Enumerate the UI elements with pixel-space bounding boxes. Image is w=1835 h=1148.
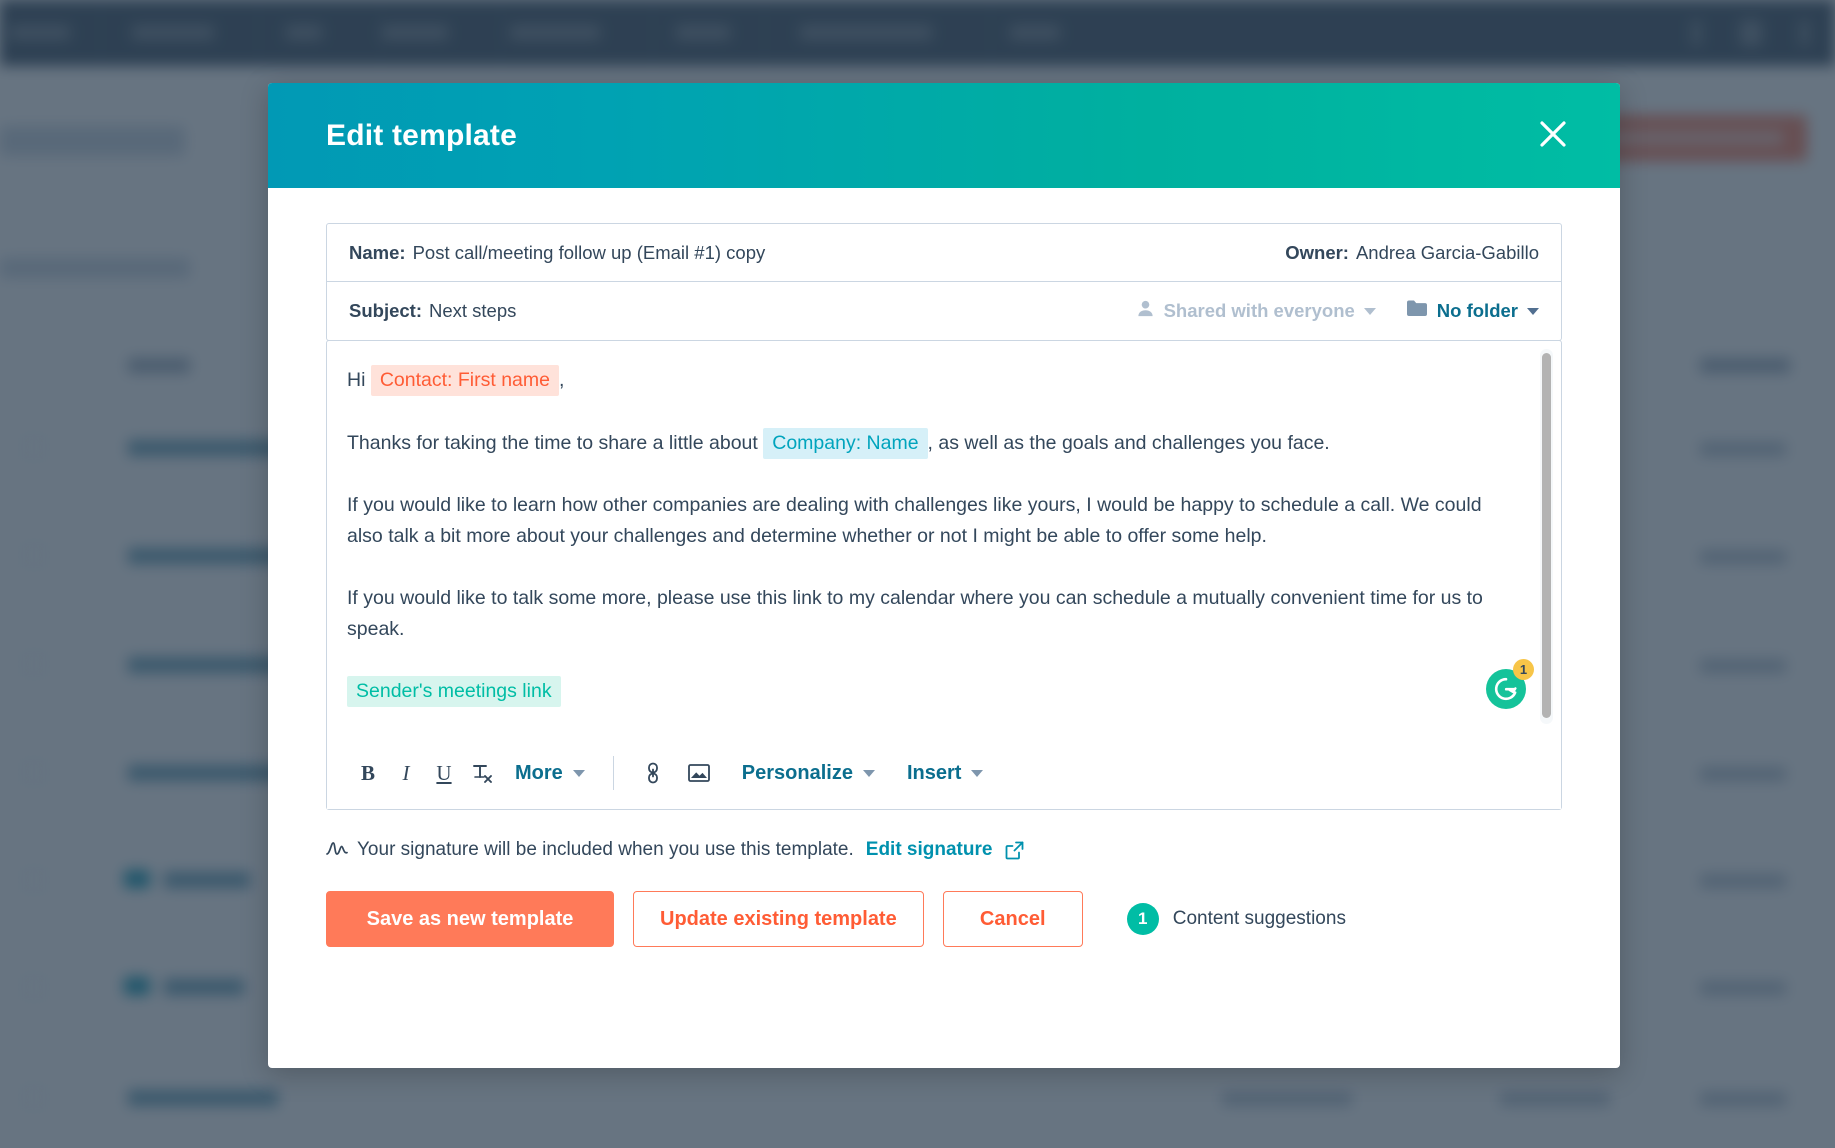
more-dropdown[interactable]: More bbox=[515, 762, 585, 785]
scrollbar-thumb[interactable] bbox=[1542, 353, 1551, 718]
page-title: Edit template bbox=[326, 119, 517, 152]
email-editor: Hi Contact: First name, Thanks for takin… bbox=[326, 340, 1562, 810]
chevron-down-icon bbox=[572, 769, 585, 777]
name-value[interactable]: Post call/meeting follow up (Email #1) c… bbox=[413, 242, 766, 264]
template-fields-card: Name: Post call/meeting follow up (Email… bbox=[326, 223, 1562, 341]
insert-label: Insert bbox=[906, 761, 962, 784]
subject-value[interactable]: Next steps bbox=[429, 300, 516, 322]
sharing-dropdown[interactable]: Shared with everyone bbox=[1136, 299, 1376, 323]
greeting-prefix: Hi bbox=[347, 369, 366, 391]
update-existing-template-button[interactable]: Update existing template bbox=[633, 891, 924, 947]
owner-value: Andrea Garcia-Gabillo bbox=[1355, 241, 1539, 263]
paragraph-2: If you would like to learn how other com… bbox=[347, 494, 1482, 547]
subject-row: Subject: Next steps Shared with everyone bbox=[327, 282, 1561, 340]
modal-actions: Save as new template Update existing tem… bbox=[326, 891, 1562, 947]
editor-toolbar: B I U More Personalize Insert bbox=[327, 737, 1561, 809]
greeting-suffix: , bbox=[558, 369, 565, 391]
modal-header: Edit template bbox=[268, 83, 1620, 188]
cancel-button[interactable]: Cancel bbox=[942, 891, 1083, 947]
close-icon[interactable] bbox=[1530, 111, 1576, 157]
personalize-label: Personalize bbox=[741, 761, 853, 784]
grammarly-badge[interactable]: 1 bbox=[1486, 659, 1534, 709]
link-icon[interactable] bbox=[636, 756, 670, 790]
chevron-down-icon bbox=[862, 769, 875, 777]
signature-text: Your signature will be included when you… bbox=[357, 839, 854, 860]
name-row: Name: Post call/meeting follow up (Email… bbox=[327, 224, 1561, 282]
chevron-down-icon bbox=[1363, 307, 1376, 315]
italic-button[interactable]: I bbox=[387, 754, 425, 792]
token-company-name[interactable]: Company: Name bbox=[763, 428, 928, 459]
image-icon[interactable] bbox=[682, 756, 716, 790]
edit-template-modal: Edit template Name: Post call/meeting fo… bbox=[268, 83, 1620, 1068]
folder-label: No folder bbox=[1436, 300, 1518, 321]
toolbar-divider bbox=[612, 756, 614, 790]
edit-signature-link[interactable]: Edit signature bbox=[866, 839, 993, 861]
token-senders-meetings-link[interactable]: Sender's meetings link bbox=[347, 676, 561, 707]
suggestions-label: Content suggestions bbox=[1172, 908, 1346, 929]
suggestions-count-badge: 1 bbox=[1126, 903, 1159, 935]
chevron-down-icon bbox=[971, 769, 984, 777]
chevron-down-icon bbox=[1527, 307, 1539, 315]
sharing-label: Shared with everyone bbox=[1163, 300, 1355, 321]
external-link-icon[interactable] bbox=[1005, 841, 1024, 860]
token-contact-first-name[interactable]: Contact: First name bbox=[370, 365, 559, 396]
clear-formatting-button[interactable] bbox=[463, 754, 501, 792]
paragraph-3: If you would like to talk some more, ple… bbox=[347, 587, 1483, 640]
save-as-new-template-button[interactable]: Save as new template bbox=[326, 891, 614, 947]
paragraph-1-before: Thanks for taking the time to share a li… bbox=[347, 432, 758, 454]
more-label: More bbox=[515, 761, 563, 784]
subject-label: Subject: bbox=[349, 300, 422, 321]
meetings-link-line: Sender's meetings link bbox=[347, 676, 1521, 707]
underline-button[interactable]: U bbox=[425, 754, 463, 792]
owner-label: Owner: bbox=[1285, 241, 1349, 263]
bold-button[interactable]: B bbox=[349, 754, 387, 792]
signature-notice: Your signature will be included when you… bbox=[326, 839, 1562, 861]
folder-icon bbox=[1406, 299, 1428, 323]
email-body[interactable]: Hi Contact: First name, Thanks for takin… bbox=[327, 341, 1561, 736]
content-suggestions[interactable]: 1 Content suggestions bbox=[1126, 903, 1346, 935]
insert-dropdown[interactable]: Insert bbox=[906, 761, 984, 785]
editor-scrollbar[interactable] bbox=[1540, 349, 1553, 724]
paragraph-1-after: , as well as the goals and challenges yo… bbox=[927, 432, 1330, 454]
grammarly-count-badge: 1 bbox=[1513, 659, 1534, 680]
personalize-dropdown[interactable]: Personalize bbox=[742, 762, 875, 785]
paragraph-1: Thanks for taking the time to share a li… bbox=[347, 428, 1521, 459]
name-label: Name: bbox=[349, 241, 406, 263]
folder-dropdown[interactable]: No folder bbox=[1406, 299, 1539, 323]
modal-body: Name: Post call/meeting follow up (Email… bbox=[268, 223, 1620, 947]
signature-icon bbox=[326, 840, 348, 860]
person-icon bbox=[1136, 299, 1155, 323]
greeting-line: Hi Contact: First name, bbox=[347, 365, 1521, 396]
